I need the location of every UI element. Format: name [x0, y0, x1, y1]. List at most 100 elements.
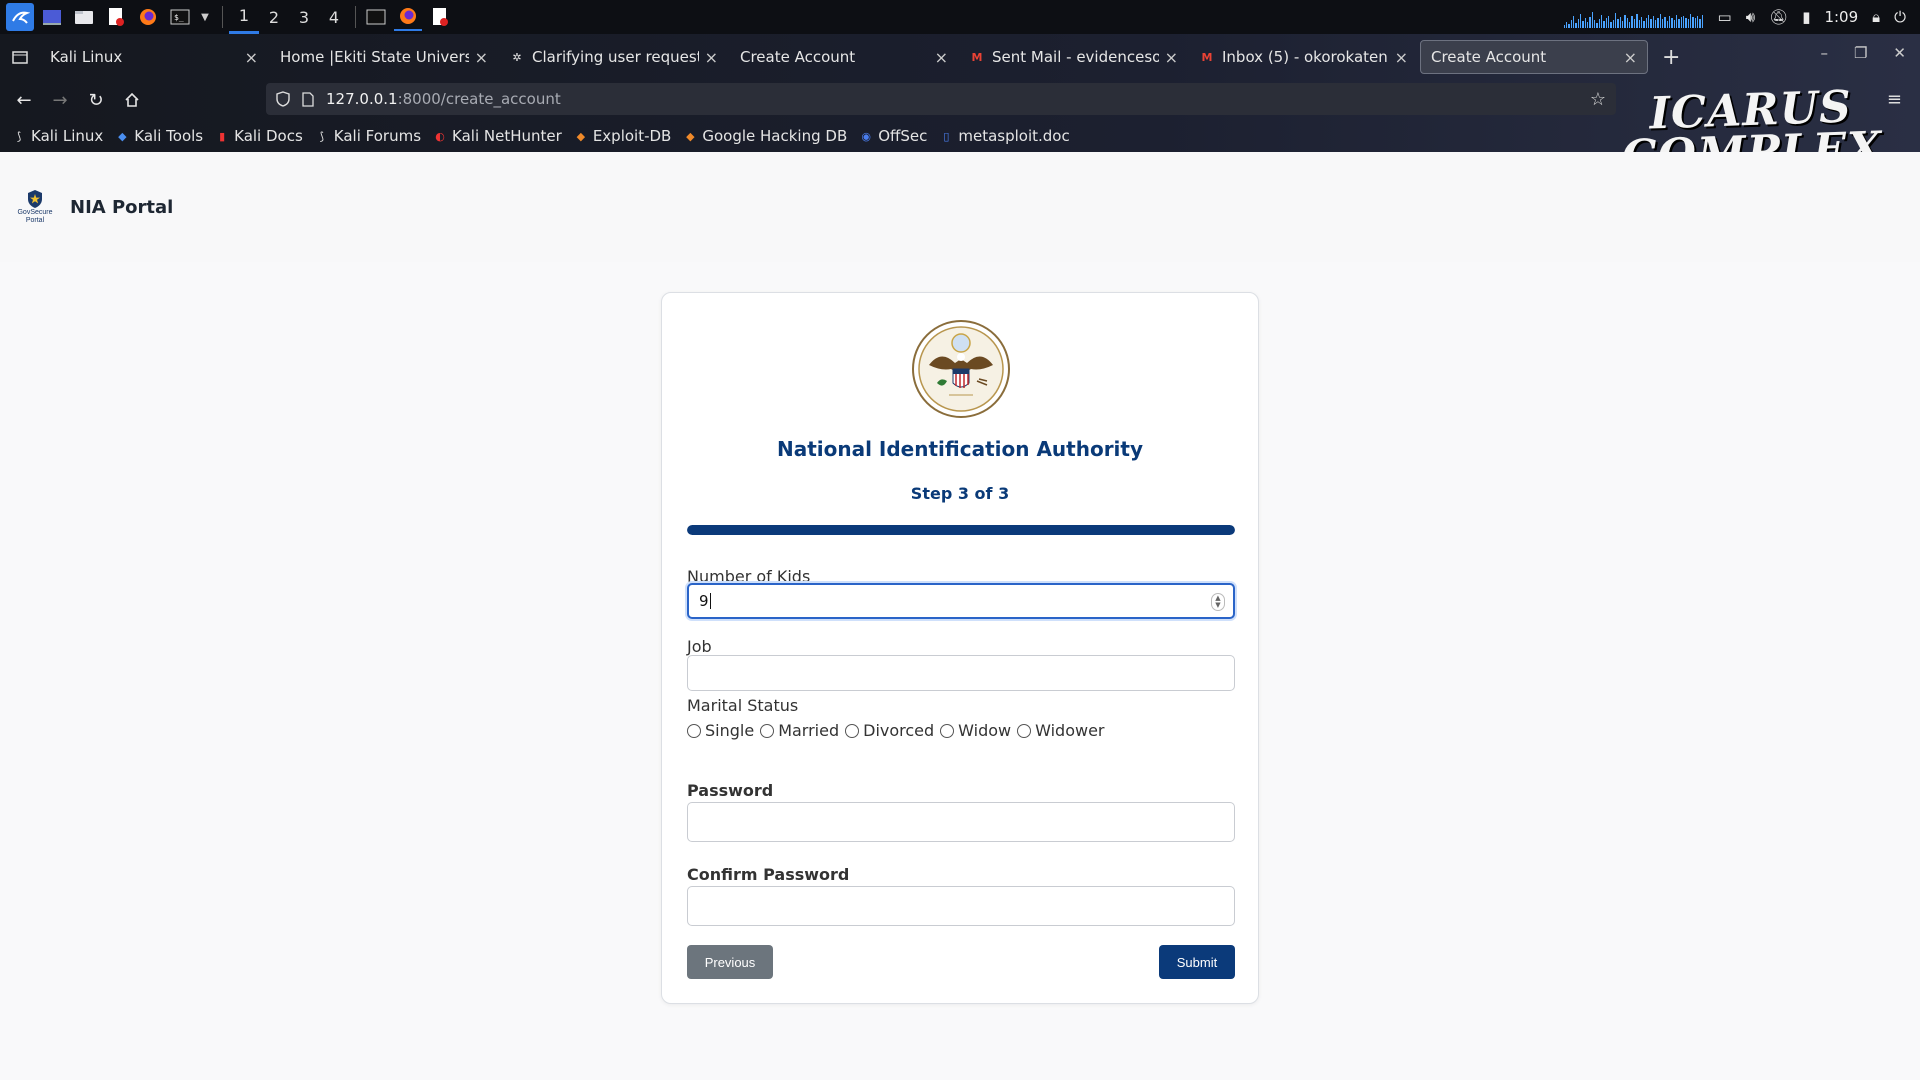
bookmark-exploit-db[interactable]: ◆ Exploit-DB [574, 127, 672, 145]
cpu-graph-bar [1565, 22, 1568, 28]
ghdb-icon: ◆ [686, 129, 695, 143]
cpu-graph-bar [1619, 17, 1622, 28]
workspace-2[interactable]: 2 [259, 0, 289, 34]
workspace-1[interactable]: 1 [229, 0, 259, 34]
close-icon[interactable]: × [1624, 48, 1637, 67]
close-icon[interactable]: × [1395, 48, 1408, 67]
cpu-graph-bar [1692, 17, 1694, 28]
tab-clarifying-request[interactable]: ✲ Clarifying user request × [500, 40, 728, 74]
tab-list-icon[interactable] [0, 34, 40, 80]
shield-icon[interactable] [276, 91, 290, 107]
terminal-icon[interactable]: $_ [166, 3, 194, 31]
hamburger-menu-icon[interactable]: ≡ [1887, 89, 1902, 110]
cpu-graph-bar [1598, 19, 1600, 28]
close-icon[interactable]: × [705, 48, 718, 67]
radio-circle[interactable] [687, 723, 701, 738]
bookmark-kali-linux[interactable]: ⟆ Kali Linux [12, 127, 103, 145]
job-label: Job [687, 637, 712, 656]
url-bar[interactable]: 127.0.0.1:8000/create_account ☆ [266, 83, 1616, 115]
home-icon[interactable] [114, 82, 150, 118]
cpu-graph-bar [1673, 20, 1675, 28]
os-taskbar: $_ ▼ 1 2 3 4 ▭ 🔊︎ 🔕︎ ▮ 1:09 🔒︎ ⏻ [0, 0, 1920, 34]
forward-icon[interactable]: → [42, 82, 78, 118]
cpu-graph-bar [1699, 19, 1701, 28]
firefox-icon[interactable] [134, 3, 162, 31]
tab-ekiti-university[interactable]: Home |Ekiti State University I × [270, 40, 498, 74]
new-tab-icon[interactable]: + [1662, 45, 1680, 70]
cpu-graph-bar [1676, 15, 1678, 28]
tab-title: Kali Linux [50, 48, 123, 66]
text-editor-icon[interactable] [102, 3, 130, 31]
reload-icon[interactable]: ↻ [78, 82, 114, 118]
bookmark-kali-docs[interactable]: ▮ Kali Docs [215, 127, 303, 145]
firefox-window-icon[interactable] [394, 3, 422, 31]
bookmark-star-icon[interactable]: ☆ [1590, 89, 1606, 110]
bookmark-offsec[interactable]: ◉ OffSec [859, 127, 927, 145]
notifications-off-icon[interactable]: 🔕︎ [1769, 8, 1788, 26]
bookmark-kali-forums[interactable]: ⟆ Kali Forums [315, 127, 421, 145]
close-icon[interactable]: × [475, 48, 488, 67]
tab-kali-linux[interactable]: Kali Linux × [40, 40, 268, 74]
workspace-3[interactable]: 3 [289, 0, 319, 34]
volume-icon[interactable]: 🔊︎ [1746, 8, 1755, 26]
text-editor-window-icon[interactable] [426, 3, 454, 31]
number-stepper[interactable]: ▲ ▼ [1211, 593, 1225, 611]
bookmark-kali-tools[interactable]: ◆ Kali Tools [115, 127, 203, 145]
radio-single[interactable]: Single [687, 721, 754, 740]
close-window-icon[interactable]: ✕ [1893, 44, 1906, 62]
radio-label: Married [778, 721, 840, 740]
bookmark-metasploit-doc[interactable]: ▯ metasploit.doc [939, 127, 1069, 145]
cpu-graph-bar [1654, 20, 1657, 28]
brand-name[interactable]: NIA Portal [70, 197, 173, 218]
display-icon[interactable]: ▭ [1718, 8, 1732, 26]
radio-widow[interactable]: Widow [940, 721, 1011, 740]
password-input[interactable] [687, 802, 1235, 842]
tab-sent-mail[interactable]: M Sent Mail - evidencesog@ × [960, 40, 1188, 74]
password-label: Password [687, 781, 774, 800]
terminal-window-icon[interactable] [362, 3, 390, 31]
radio-circle[interactable] [760, 723, 775, 738]
close-icon[interactable]: × [245, 48, 258, 67]
cpu-graph-bar [1666, 21, 1668, 28]
tab-create-account[interactable]: Create Account × [730, 40, 958, 74]
close-icon[interactable]: × [1165, 48, 1178, 67]
cpu-graph-bar [1577, 19, 1579, 28]
restore-icon[interactable]: ❐ [1854, 44, 1867, 62]
minimize-icon[interactable]: – [1820, 44, 1828, 62]
cpu-graph-bar [1582, 21, 1584, 28]
clock[interactable]: 1:09 [1824, 8, 1858, 26]
back-icon[interactable]: ← [6, 82, 42, 118]
govsecure-logo[interactable]: GovSecure Portal [14, 186, 56, 228]
show-desktop-icon[interactable] [38, 3, 66, 31]
cpu-graph-bar [1631, 16, 1633, 28]
kids-number-input[interactable]: 9 ▲ ▼ [687, 583, 1235, 619]
file-manager-icon[interactable] [70, 3, 98, 31]
radio-married[interactable]: Married [760, 721, 839, 740]
power-icon[interactable]: ⏻ [1894, 8, 1906, 26]
kali-menu-icon[interactable] [6, 3, 34, 31]
tab-create-account-active[interactable]: Create Account × [1420, 40, 1648, 74]
bookmark-google-hacking-db[interactable]: ◆ Google Hacking DB [683, 127, 847, 145]
kali-tools-icon: ◆ [118, 129, 127, 143]
chevron-down-icon[interactable]: ▼ [198, 3, 212, 31]
tab-inbox[interactable]: M Inbox (5) - okorokatenkec × [1190, 40, 1418, 74]
close-icon[interactable]: × [935, 48, 948, 67]
job-input[interactable] [687, 655, 1235, 691]
lock-icon[interactable]: 🔒︎ [1872, 8, 1880, 26]
radio-circle[interactable] [940, 723, 955, 738]
previous-button[interactable]: Previous [687, 945, 773, 979]
cpu-graph-bar [1629, 22, 1631, 28]
tab-title: Create Account [1431, 48, 1547, 66]
radio-circle[interactable] [845, 723, 860, 738]
submit-button[interactable]: Submit [1159, 945, 1235, 979]
confirm-password-input[interactable] [687, 886, 1235, 926]
radio-divorced[interactable]: Divorced [845, 721, 934, 740]
gmail-icon: M [971, 50, 983, 64]
page-info-icon[interactable] [302, 91, 314, 107]
nethunter-icon: ◐ [435, 129, 445, 143]
radio-circle[interactable] [1017, 723, 1032, 738]
bookmark-kali-nethunter[interactable]: ◐ Kali NetHunter [433, 127, 562, 145]
cpu-graph-bar [1563, 25, 1565, 28]
radio-widower[interactable]: Widower [1017, 721, 1105, 740]
workspace-4[interactable]: 4 [319, 0, 349, 34]
